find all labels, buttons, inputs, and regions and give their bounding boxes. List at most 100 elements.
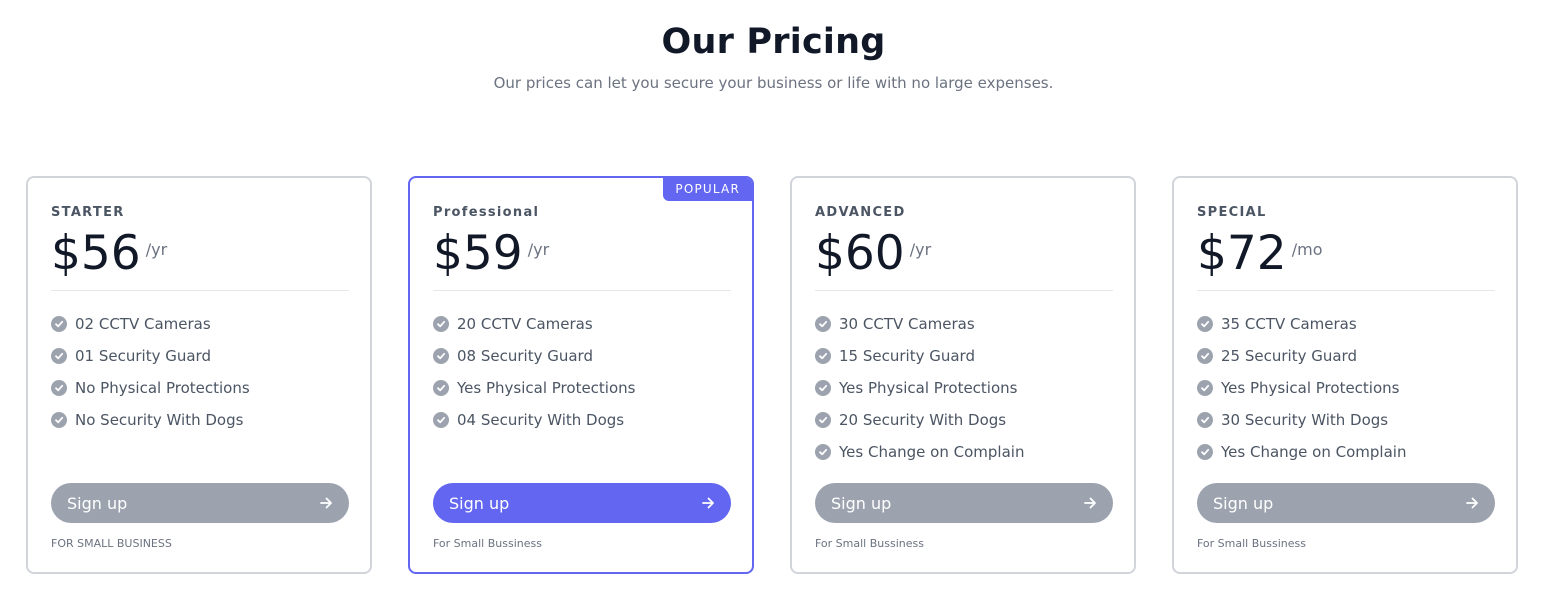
signup-button-label: Sign up xyxy=(1213,493,1274,513)
feature-item: Yes Physical Protections xyxy=(1197,372,1406,404)
check-circle-icon xyxy=(815,380,831,396)
feature-label: Yes Change on Complain xyxy=(1221,443,1407,461)
feature-item: 15 Security Guard xyxy=(815,340,1024,372)
plan-price: $72 xyxy=(1197,226,1287,281)
feature-list: 20 CCTV Cameras 08 Security Guard Yes Ph… xyxy=(433,308,635,436)
feature-item: 35 CCTV Cameras xyxy=(1197,308,1406,340)
price-row: $72 /mo xyxy=(1197,226,1322,282)
plan-footnote: For Small Bussiness xyxy=(1197,537,1306,550)
feature-item: Yes Change on Complain xyxy=(1197,436,1406,468)
signup-button-label: Sign up xyxy=(831,493,892,513)
feature-item: 08 Security Guard xyxy=(433,340,635,372)
popular-badge: POPULAR xyxy=(663,178,752,201)
check-circle-icon xyxy=(51,412,67,428)
signup-button-label: Sign up xyxy=(67,493,128,513)
signup-button-label: Sign up xyxy=(449,493,510,513)
divider xyxy=(1197,290,1495,291)
feature-list: 02 CCTV Cameras 01 Security Guard No Phy… xyxy=(51,308,250,436)
plan-period: /yr xyxy=(527,240,550,259)
price-row: $59 /yr xyxy=(433,226,549,282)
plan-name: ADVANCED xyxy=(815,205,906,220)
signup-button[interactable]: Sign up xyxy=(1197,483,1495,523)
feature-list: 35 CCTV Cameras 25 Security Guard Yes Ph… xyxy=(1197,308,1406,468)
page-title: Our Pricing xyxy=(661,22,886,62)
check-circle-icon xyxy=(433,380,449,396)
check-circle-icon xyxy=(815,316,831,332)
check-circle-icon xyxy=(1197,444,1213,460)
feature-label: 35 CCTV Cameras xyxy=(1221,315,1357,333)
feature-label: 30 Security With Dogs xyxy=(1221,411,1389,429)
check-circle-icon xyxy=(433,412,449,428)
plan-name: STARTER xyxy=(51,205,125,220)
feature-item: 25 Security Guard xyxy=(1197,340,1406,372)
feature-item: Yes Physical Protections xyxy=(815,372,1024,404)
check-circle-icon xyxy=(433,348,449,364)
check-circle-icon xyxy=(815,412,831,428)
feature-item: 01 Security Guard xyxy=(51,340,250,372)
plan-name: SPECIAL xyxy=(1197,205,1267,220)
feature-label: 30 CCTV Cameras xyxy=(839,315,975,333)
feature-item: 04 Security With Dogs xyxy=(433,404,635,436)
feature-label: 02 CCTV Cameras xyxy=(75,315,211,333)
feature-label: No Security With Dogs xyxy=(75,411,244,429)
check-circle-icon xyxy=(815,444,831,460)
pricing-page: Our Pricing Our prices can let you secur… xyxy=(0,0,1561,607)
feature-item: 30 Security With Dogs xyxy=(1197,404,1406,436)
plan-price: $56 xyxy=(51,226,141,281)
feature-label: 08 Security Guard xyxy=(457,347,593,365)
feature-item: No Physical Protections xyxy=(51,372,250,404)
check-circle-icon xyxy=(815,348,831,364)
signup-button[interactable]: Sign up xyxy=(51,483,349,523)
feature-label: Yes Physical Protections xyxy=(457,379,636,397)
check-circle-icon xyxy=(1197,412,1213,428)
check-circle-icon xyxy=(1197,316,1213,332)
arrow-right-icon xyxy=(319,496,333,510)
plan-price: $60 xyxy=(815,226,905,281)
plan-footnote: For Small Bussiness xyxy=(815,537,924,550)
arrow-right-icon xyxy=(1465,496,1479,510)
divider xyxy=(433,290,731,291)
plan-period: /mo xyxy=(1291,240,1323,259)
check-circle-icon xyxy=(1197,380,1213,396)
feature-item: 20 Security With Dogs xyxy=(815,404,1024,436)
plan-period: /yr xyxy=(145,240,168,259)
price-row: $56 /yr xyxy=(51,226,167,282)
feature-label: 04 Security With Dogs xyxy=(457,411,625,429)
check-circle-icon xyxy=(51,348,67,364)
pricing-card-advanced: ADVANCED $60 /yr 30 CCTV Cameras 15 Secu… xyxy=(790,176,1136,574)
signup-button[interactable]: Sign up xyxy=(433,483,731,523)
pricing-card-professional: POPULAR Professional $59 /yr 20 CCTV Cam… xyxy=(408,176,754,574)
pricing-card-special: SPECIAL $72 /mo 35 CCTV Cameras 25 Secur… xyxy=(1172,176,1518,574)
feature-list: 30 CCTV Cameras 15 Security Guard Yes Ph… xyxy=(815,308,1024,468)
feature-label: Yes Change on Complain xyxy=(839,443,1025,461)
plan-name: Professional xyxy=(433,205,540,220)
divider xyxy=(51,290,349,291)
feature-label: No Physical Protections xyxy=(75,379,250,397)
feature-item: Yes Physical Protections xyxy=(433,372,635,404)
plan-period: /yr xyxy=(909,240,932,259)
plan-footnote: For Small Bussiness xyxy=(433,537,542,550)
feature-item: 30 CCTV Cameras xyxy=(815,308,1024,340)
price-row: $60 /yr xyxy=(815,226,931,282)
arrow-right-icon xyxy=(1083,496,1097,510)
feature-item: 02 CCTV Cameras xyxy=(51,308,250,340)
feature-label: 20 CCTV Cameras xyxy=(457,315,593,333)
divider xyxy=(815,290,1113,291)
feature-item: Yes Change on Complain xyxy=(815,436,1024,468)
check-circle-icon xyxy=(51,380,67,396)
page-subtitle: Our prices can let you secure your busin… xyxy=(493,74,1054,92)
feature-label: Yes Physical Protections xyxy=(839,379,1018,397)
signup-button[interactable]: Sign up xyxy=(815,483,1113,523)
feature-label: Yes Physical Protections xyxy=(1221,379,1400,397)
arrow-right-icon xyxy=(701,496,715,510)
plan-price: $59 xyxy=(433,226,523,281)
feature-item: No Security With Dogs xyxy=(51,404,250,436)
check-circle-icon xyxy=(433,316,449,332)
pricing-card-starter: STARTER $56 /yr 02 CCTV Cameras 01 Secur… xyxy=(26,176,372,574)
check-circle-icon xyxy=(51,316,67,332)
feature-label: 25 Security Guard xyxy=(1221,347,1357,365)
plan-footnote: FOR SMALL BUSINESS xyxy=(51,537,172,550)
feature-label: 15 Security Guard xyxy=(839,347,975,365)
feature-label: 20 Security With Dogs xyxy=(839,411,1007,429)
feature-label: 01 Security Guard xyxy=(75,347,211,365)
